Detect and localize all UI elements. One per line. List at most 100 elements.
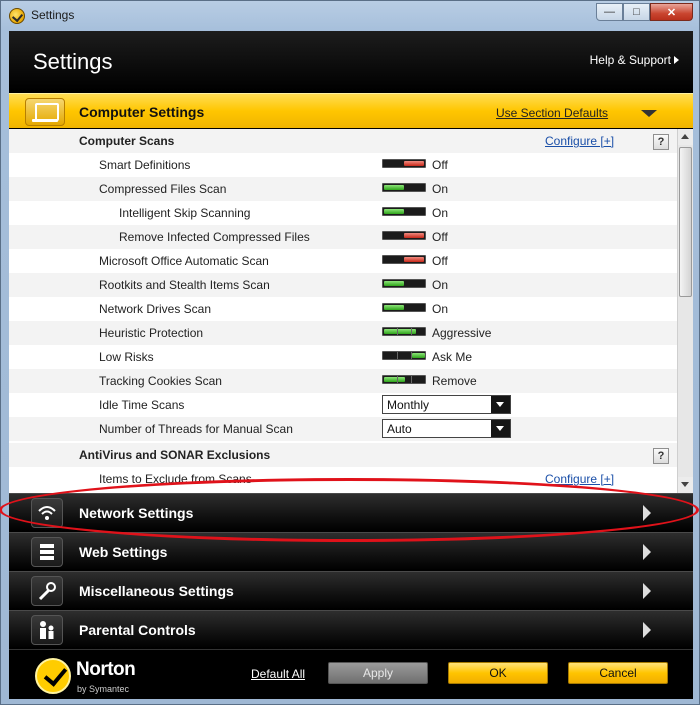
group-label: Computer Scans: [79, 134, 175, 148]
settings-header: Settings Help & Support: [9, 31, 693, 91]
setting-label: Idle Time Scans: [99, 398, 185, 412]
nav-label: Parental Controls: [79, 622, 196, 638]
setting-label: Intelligent Skip Scanning: [119, 206, 251, 220]
setting-state: Ask Me: [432, 350, 473, 364]
setting-state: Off: [432, 230, 448, 244]
threads-select[interactable]: Auto: [382, 419, 511, 438]
setting-label: Tracking Cookies Scan: [99, 374, 222, 388]
setting-row-low-risks: Low Risks Ask Me: [9, 345, 677, 369]
level-slider[interactable]: [382, 327, 426, 336]
close-button[interactable]: ✕: [650, 3, 693, 21]
use-section-defaults-link[interactable]: Use Section Defaults: [496, 106, 608, 120]
page-title: Settings: [33, 49, 113, 74]
toggle-switch[interactable]: [382, 303, 426, 312]
chevron-right-icon: [643, 544, 651, 560]
apply-button[interactable]: Apply: [328, 662, 428, 684]
setting-state: On: [432, 278, 449, 292]
brand-subtitle: by Symantec: [77, 684, 130, 694]
nav-network-settings[interactable]: Network Settings: [9, 493, 693, 531]
scroll-down-icon[interactable]: [678, 477, 693, 493]
norton-app-icon: [9, 8, 25, 24]
setting-label: Number of Threads for Manual Scan: [99, 422, 293, 436]
toggle-switch[interactable]: [382, 231, 426, 240]
dropdown-arrow-icon[interactable]: [491, 420, 510, 437]
scroll-up-icon[interactable]: [678, 129, 693, 145]
configure-link[interactable]: Configure [+]: [545, 134, 614, 148]
setting-label: Compressed Files Scan: [99, 182, 227, 196]
setting-row-smart-definitions: Smart Definitions Off: [9, 153, 677, 177]
setting-row-intelligent-skip-scanning: Intelligent Skip Scanning On: [9, 201, 677, 225]
web-stack-icon: [31, 537, 63, 567]
toggle-switch[interactable]: [382, 159, 426, 168]
setting-row-threads: Number of Threads for Manual Scan Auto: [9, 417, 677, 441]
setting-row-idle-time-scans: Idle Time Scans Monthly: [9, 393, 677, 417]
wrench-icon: [31, 576, 63, 606]
help-arrow-icon: [674, 56, 679, 64]
toggle-switch[interactable]: [382, 183, 426, 192]
help-support-link[interactable]: Help & Support: [590, 53, 671, 67]
group-antivirus-exclusions: AntiVirus and SONAR Exclusions ?: [9, 443, 677, 467]
setting-state: Off: [432, 254, 448, 268]
vertical-scrollbar[interactable]: [677, 129, 693, 493]
setting-label: Rootkits and Stealth Items Scan: [99, 278, 270, 292]
nav-web-settings[interactable]: Web Settings: [9, 532, 693, 570]
computer-icon: [25, 98, 65, 126]
chevron-right-icon: [643, 622, 651, 638]
setting-state: Remove: [432, 374, 477, 388]
toggle-switch[interactable]: [382, 255, 426, 264]
setting-row-items-to-exclude: Items to Exclude from Scans Configure [+…: [9, 467, 677, 491]
level-slider[interactable]: [382, 375, 426, 384]
setting-state: On: [432, 206, 449, 220]
window-title: Settings: [31, 8, 75, 22]
title-bar[interactable]: Settings — □ ✕: [1, 1, 699, 31]
ok-button[interactable]: OK: [448, 662, 548, 684]
setting-state: On: [432, 302, 449, 316]
setting-row-remove-infected-compressed: Remove Infected Compressed Files Off: [9, 225, 677, 249]
nav-miscellaneous-settings[interactable]: Miscellaneous Settings: [9, 571, 693, 609]
select-value: Auto: [387, 422, 412, 436]
dropdown-arrow-icon[interactable]: [491, 396, 510, 413]
chevron-right-icon: [643, 583, 651, 599]
maximize-button[interactable]: □: [623, 3, 650, 21]
idle-time-select[interactable]: Monthly: [382, 395, 511, 414]
default-all-link[interactable]: Default All: [251, 667, 305, 681]
toggle-switch[interactable]: [382, 207, 426, 216]
setting-row-tracking-cookies: Tracking Cookies Scan Remove: [9, 369, 677, 393]
setting-label: Smart Definitions: [99, 158, 191, 172]
group-label: AntiVirus and SONAR Exclusions: [79, 448, 271, 462]
settings-client-area: Settings Help & Support Computer Setting…: [9, 31, 693, 699]
nav-parental-controls[interactable]: Parental Controls: [9, 610, 693, 648]
family-icon: [31, 615, 63, 645]
minimize-button[interactable]: —: [596, 3, 623, 21]
nav-label: Web Settings: [79, 544, 168, 560]
setting-row-ms-office-scan: Microsoft Office Automatic Scan Off: [9, 249, 677, 273]
setting-label: Low Risks: [99, 350, 154, 364]
level-slider[interactable]: [382, 351, 426, 360]
setting-row-rootkits-scan: Rootkits and Stealth Items Scan On: [9, 273, 677, 297]
chevron-right-icon: [643, 505, 651, 521]
setting-row-heuristic-protection: Heuristic Protection Aggressive: [9, 321, 677, 345]
setting-state: Off: [432, 158, 448, 172]
help-question-icon[interactable]: ?: [653, 448, 669, 464]
cancel-button[interactable]: Cancel: [568, 662, 668, 684]
section-title: Computer Settings: [79, 104, 205, 120]
nav-label: Miscellaneous Settings: [79, 583, 234, 599]
computer-settings-panel: Computer Scans Configure [+] ? Smart Def…: [9, 129, 677, 493]
computer-settings-header[interactable]: Computer Settings Use Section Defaults: [9, 93, 693, 128]
window-controls: — □ ✕: [596, 3, 693, 21]
group-computer-scans: Computer Scans Configure [+] ?: [9, 129, 677, 153]
setting-label: Heuristic Protection: [99, 326, 204, 340]
configure-link[interactable]: Configure [+]: [545, 472, 614, 486]
scroll-thumb[interactable]: [679, 147, 692, 297]
nav-label: Network Settings: [79, 505, 194, 521]
footer-bar: Norton by Symantec Default All Apply OK …: [9, 649, 693, 699]
collapse-chevron-icon[interactable]: [641, 110, 657, 117]
toggle-switch[interactable]: [382, 279, 426, 288]
wifi-icon: [31, 498, 63, 528]
setting-label: Items to Exclude from Scans: [99, 472, 252, 486]
help-question-icon[interactable]: ?: [653, 134, 669, 150]
setting-label: Microsoft Office Automatic Scan: [99, 254, 269, 268]
setting-label: Network Drives Scan: [99, 302, 212, 316]
setting-state: Aggressive: [432, 326, 492, 340]
settings-window: Settings — □ ✕ Settings Help & Support C…: [0, 0, 700, 705]
